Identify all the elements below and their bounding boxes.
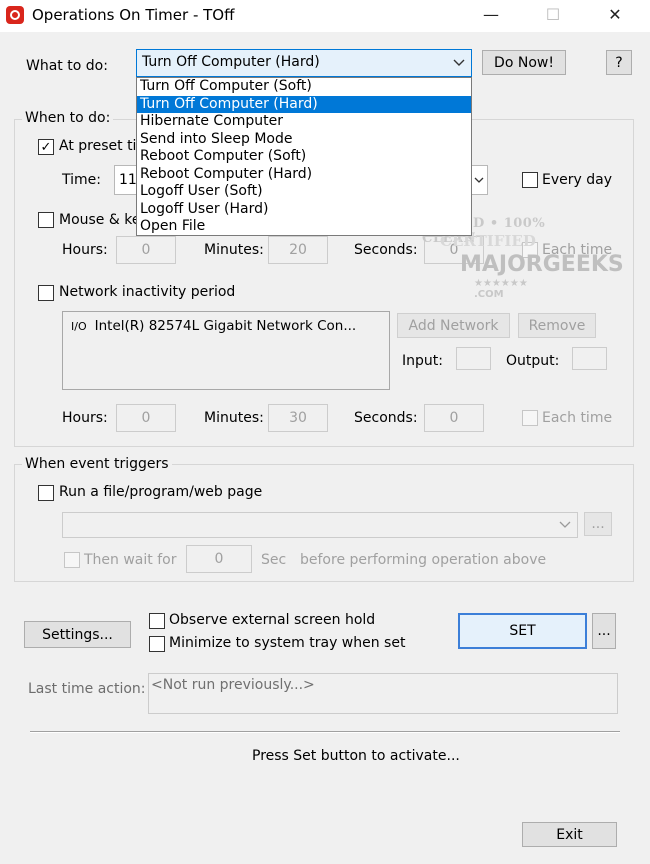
do-now-button[interactable]: Do Now! [482,50,566,75]
mouse-minutes-field[interactable]: 20 [268,236,328,264]
exit-button[interactable]: Exit [522,822,617,847]
option-turn-off-soft[interactable]: Turn Off Computer (Soft) [137,78,471,96]
option-reboot-soft[interactable]: Reboot Computer (Soft) [137,148,471,166]
run-file-checkbox[interactable] [38,485,54,501]
set-button[interactable]: SET [458,613,587,649]
when-to-do-legend: When to do: [22,110,114,126]
input-field[interactable] [456,347,491,370]
input-label: Input: [402,353,443,369]
preset-time-checkbox[interactable]: ✓ [38,139,54,155]
network-hours-label: Hours: [62,410,108,426]
separator [30,731,620,733]
network-seconds-label: Seconds: [354,410,418,426]
then-wait-label: Then wait for [84,552,177,568]
network-minutes-field[interactable]: 30 [268,404,328,432]
network-seconds-field[interactable]: 0 [424,404,484,432]
maximize-button[interactable]: ☐ [530,0,576,32]
window-title: Operations On Timer - TOff [32,6,235,24]
option-hibernate[interactable]: Hibernate Computer [137,113,471,131]
time-field[interactable]: 11 [114,165,138,195]
time-label: Time: [62,172,101,188]
mouse-minutes-label: Minutes: [204,242,264,258]
network-each-time-checkbox[interactable] [522,410,538,426]
option-logoff-soft[interactable]: Logoff User (Soft) [137,183,471,201]
mouse-hours-field[interactable]: 0 [116,236,176,264]
operation-dropdown-list[interactable]: Turn Off Computer (Soft) Turn Off Comput… [136,77,472,236]
what-to-do-label: What to do: [26,58,108,74]
minimize-tray-label: Minimize to system tray when set [169,635,406,651]
operation-select[interactable]: Turn Off Computer (Hard) [136,49,472,77]
network-minutes-label: Minutes: [204,410,264,426]
app-icon [6,6,24,24]
watermark-line-3: MAJORGEEKS [460,252,624,277]
network-adapter-list[interactable]: I/O Intel(R) 82574L Gigabit Network Con.… [62,311,390,390]
network-inactivity-label: Network inactivity period [59,284,236,300]
wait-seconds-field[interactable]: 0 [186,545,252,573]
settings-button[interactable]: Settings... [24,621,131,648]
status-text: Press Set button to activate... [252,748,460,764]
add-network-button[interactable]: Add Network [397,313,510,338]
chevron-down-icon [474,177,483,183]
browse-file-button[interactable]: ... [584,512,612,536]
option-turn-off-hard[interactable]: Turn Off Computer (Hard) [137,95,471,113]
time-spinner[interactable] [470,165,488,195]
minimize-button[interactable]: — [468,0,514,32]
every-day-checkbox[interactable] [522,172,538,188]
before-operation-label: before performing operation above [300,552,547,568]
observe-screen-hold-label: Observe external screen hold [169,612,376,628]
network-hours-field[interactable]: 0 [116,404,176,432]
network-each-time-label: Each time [542,410,613,426]
set-options-button[interactable]: ... [592,613,616,649]
close-button[interactable]: ✕ [592,0,638,32]
title-bar: Operations On Timer - TOff — ☐ ✕ [0,0,650,32]
output-field[interactable] [572,347,607,370]
run-file-combo[interactable] [62,512,578,538]
network-adapter-icon: I/O [71,320,87,333]
network-inactivity-checkbox[interactable] [38,285,54,301]
network-adapter-item[interactable]: Intel(R) 82574L Gigabit Network Con... [95,318,357,334]
option-logoff-hard[interactable]: Logoff User (Hard) [137,201,471,219]
sec-label: Sec [261,552,287,568]
chevron-down-icon [559,521,571,528]
option-sleep[interactable]: Send into Sleep Mode [137,131,471,149]
remove-button[interactable]: Remove [518,313,596,338]
watermark-line-4: ★★★★★★ .COM [474,278,528,300]
last-action-field: <Not run previously...> [148,673,618,714]
event-triggers-legend: When event triggers [22,456,172,472]
run-file-label: Run a file/program/web page [59,484,263,500]
minimize-tray-checkbox[interactable] [149,636,165,652]
output-label: Output: [506,353,560,369]
every-day-label: Every day [542,172,612,188]
mouse-hours-label: Hours: [62,242,108,258]
last-action-label: Last time action: [28,681,146,697]
observe-screen-hold-checkbox[interactable] [149,613,165,629]
chevron-down-icon [453,59,465,66]
option-open-file[interactable]: Open File [137,218,471,236]
option-reboot-hard[interactable]: Reboot Computer (Hard) [137,166,471,184]
help-button[interactable]: ? [606,50,632,75]
mouse-seconds-label: Seconds: [354,242,418,258]
then-wait-checkbox[interactable] [64,552,80,568]
mouse-keyboard-checkbox[interactable] [38,212,54,228]
operation-select-value: Turn Off Computer (Hard) [142,54,320,70]
